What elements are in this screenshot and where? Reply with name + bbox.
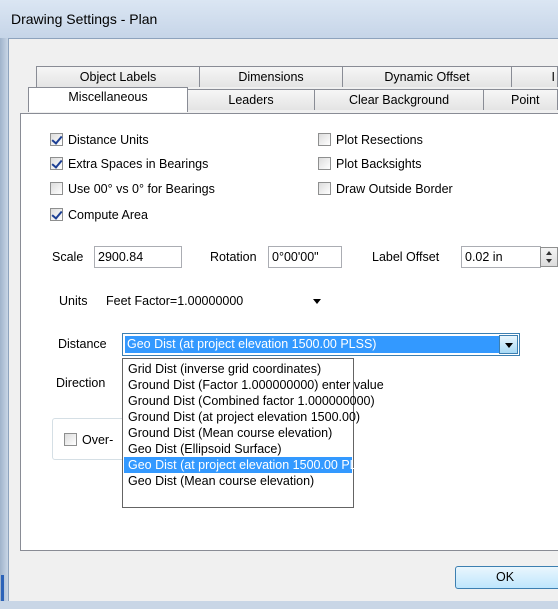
plot-resections-label: Plot Resections <box>336 133 423 147</box>
window-title: Drawing Settings - Plan <box>11 11 158 27</box>
dropdown-option[interactable]: Ground Dist (at project elevation 1500.0… <box>124 409 360 425</box>
rotation-input[interactable]: 0°00'00" <box>268 246 342 268</box>
distance-dropdown-list[interactable]: Grid Dist (inverse grid coordinates) Gro… <box>122 358 384 508</box>
chevron-down-icon <box>313 299 321 304</box>
extra-spaces-label: Extra Spaces in Bearings <box>68 157 209 171</box>
dropdown-option[interactable]: Ground Dist (Mean course elevation) <box>124 425 352 441</box>
direction-label: Direction <box>56 376 106 390</box>
units-select[interactable]: Feet Factor=1.00000000 <box>101 290 329 312</box>
distance-selected-value: Geo Dist (at project elevation 1500.00 P… <box>125 336 500 353</box>
tab-point[interactable]: Point <box>483 89 558 110</box>
dropdown-option[interactable]: Ground Dist (Combined factor 1.000000000… <box>124 393 375 409</box>
distance-label: Distance <box>58 337 107 351</box>
spin-arrows-icon <box>546 251 552 263</box>
ok-button[interactable]: OK <box>455 566 558 589</box>
label-offset-spinner[interactable] <box>540 247 558 267</box>
tab-object-labels[interactable]: Object Labels <box>36 66 200 87</box>
tab-partial-i[interactable]: I <box>511 66 558 87</box>
dropdown-option[interactable]: Geo Dist (Mean course elevation) <box>124 473 352 489</box>
tab-dimensions[interactable]: Dimensions <box>199 66 343 87</box>
draw-outside-border-label: Draw Outside Border <box>336 182 453 196</box>
title-bar[interactable]: Drawing Settings - Plan <box>0 0 558 38</box>
tab-dynamic-offset[interactable]: Dynamic Offset <box>342 66 512 87</box>
compute-area-label: Compute Area <box>68 208 148 222</box>
scale-label: Scale <box>52 250 84 264</box>
tab-clear-background[interactable]: Clear Background <box>314 89 484 110</box>
distance-dropdown-button[interactable] <box>499 335 518 354</box>
tab-miscellaneous[interactable]: Miscellaneous <box>28 87 188 112</box>
distance-units-label: Distance Units <box>68 133 149 147</box>
window-left-border <box>0 0 8 609</box>
checkbox-indicator[interactable] <box>318 133 331 146</box>
over-label: Over- <box>82 433 114 447</box>
plot-backsights-label: Plot Backsights <box>336 157 422 171</box>
rotation-label: Rotation <box>210 250 257 264</box>
dropdown-option-highlighted[interactable]: Geo Dist (at project elevation 1500.00 P… <box>124 457 377 473</box>
use-00-label: Use 00° vs 0° for Bearings <box>68 182 215 196</box>
checkbox-indicator[interactable] <box>50 157 63 170</box>
window-bottom-border <box>0 601 558 609</box>
checkbox-indicator[interactable] <box>50 208 63 221</box>
dropdown-option[interactable]: Ground Dist (Factor 1.000000000) enter v… <box>124 377 384 393</box>
dropdown-option[interactable]: Grid Dist (inverse grid coordinates) <box>124 361 352 377</box>
chevron-down-icon <box>505 343 513 348</box>
tab-leaders[interactable]: Leaders <box>187 89 315 110</box>
units-label: Units <box>59 294 88 308</box>
checkbox-indicator[interactable] <box>318 157 331 170</box>
dropdown-option[interactable]: Geo Dist (Ellipsoid Surface) <box>124 441 352 457</box>
distance-select[interactable]: Geo Dist (at project elevation 1500.00 P… <box>122 333 520 356</box>
checkbox-indicator[interactable] <box>50 182 63 195</box>
checkbox-indicator[interactable] <box>318 182 331 195</box>
label-offset-label: Label Offset <box>372 250 440 264</box>
scale-input[interactable]: 2900.84 <box>94 246 182 268</box>
checkbox-indicator[interactable] <box>50 133 63 146</box>
checkbox-indicator[interactable] <box>64 433 77 446</box>
units-value: Feet Factor=1.00000000 <box>106 294 244 308</box>
dialog-window: Drawing Settings - Plan Object Labels Di… <box>0 0 558 609</box>
label-offset-input[interactable]: 0.02 in <box>461 246 541 268</box>
